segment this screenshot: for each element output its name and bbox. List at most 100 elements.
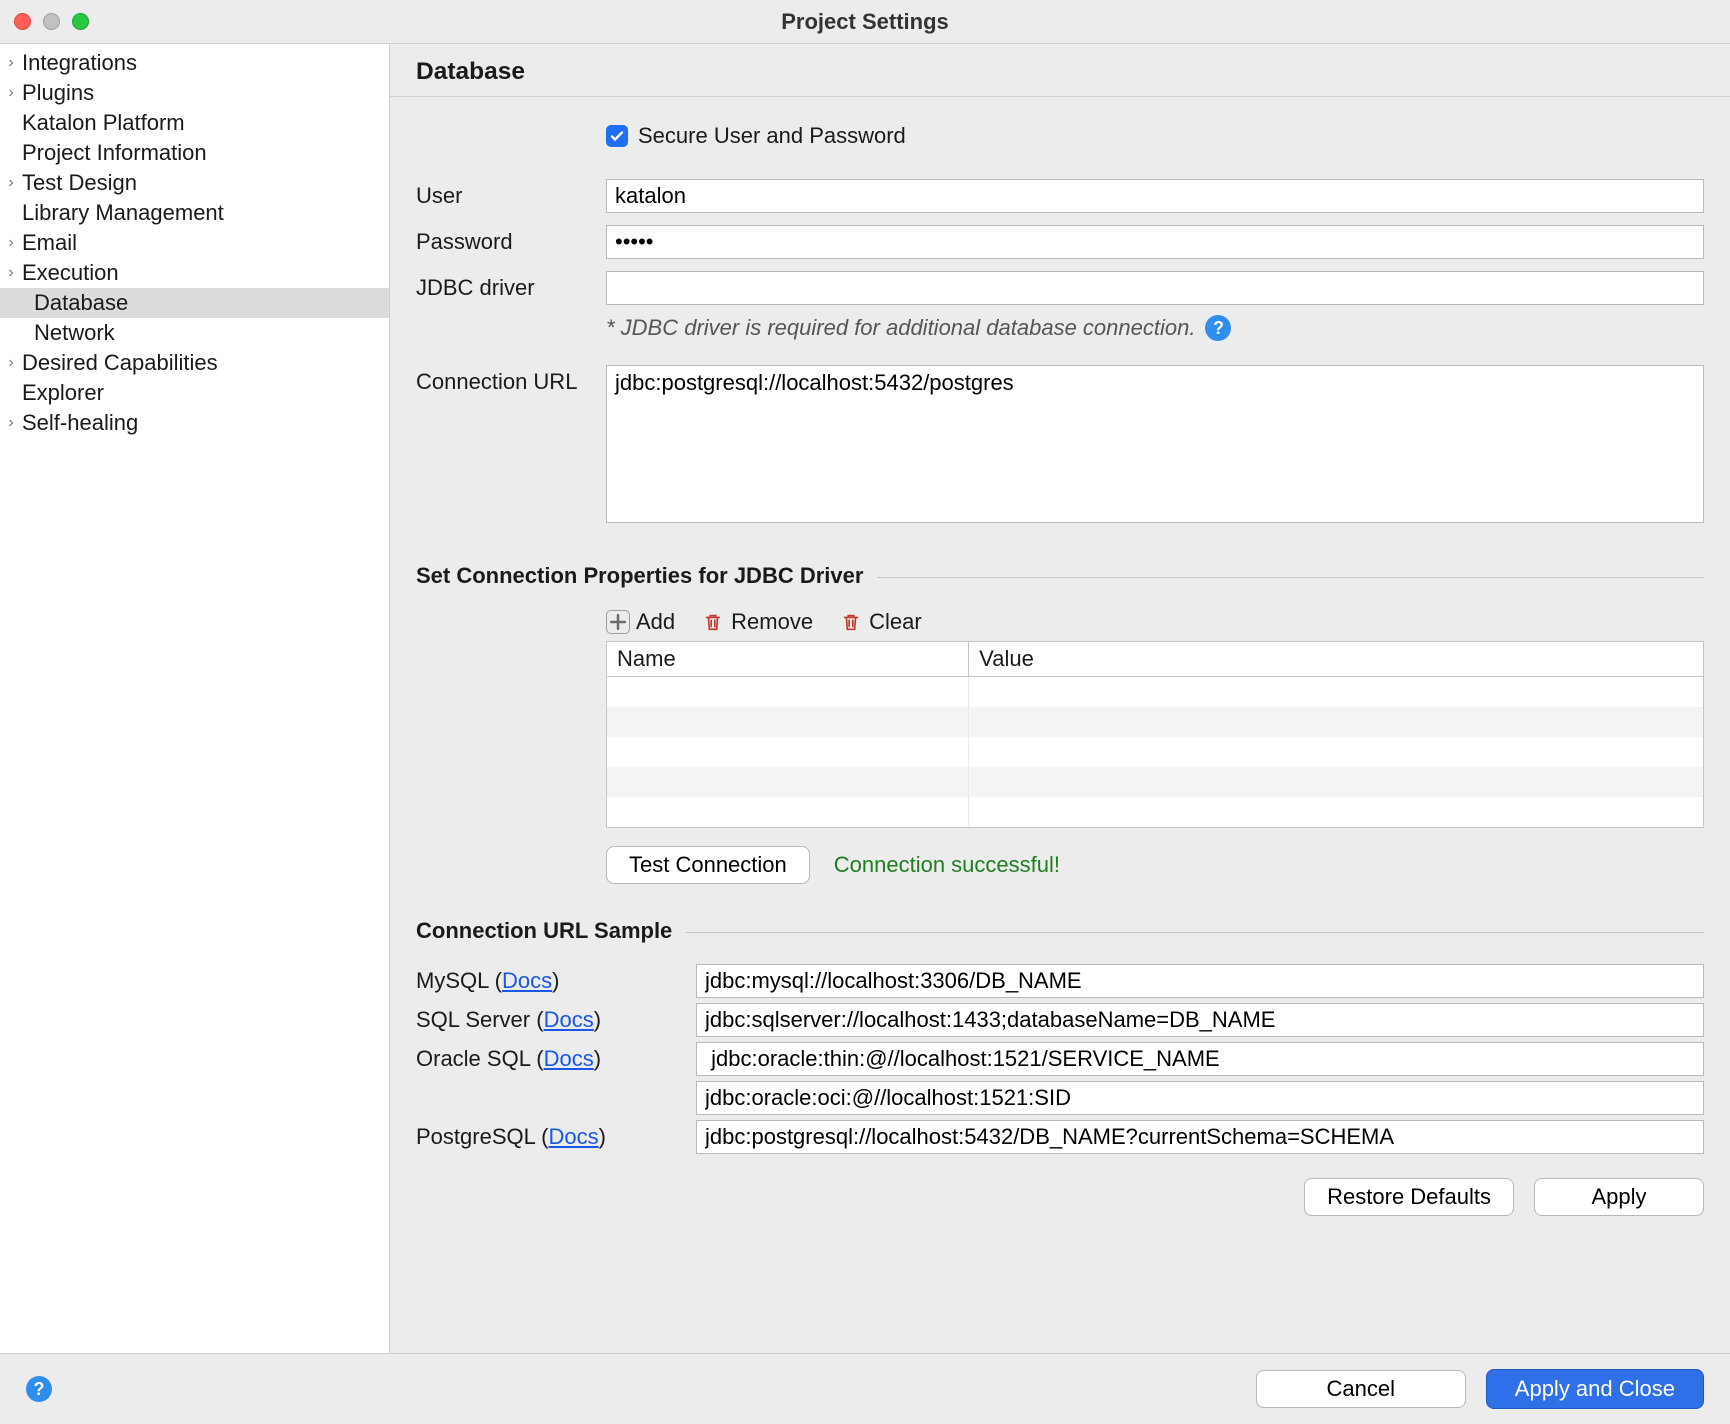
docs-link[interactable]: Docs xyxy=(502,968,552,993)
spacer xyxy=(416,123,594,127)
help-icon[interactable]: ? xyxy=(1205,315,1231,341)
sample-name: MySQL xyxy=(416,968,489,993)
table-row[interactable] xyxy=(607,767,1703,797)
jdbc-driver-input[interactable] xyxy=(606,271,1704,305)
window-minimize-icon[interactable] xyxy=(43,13,60,30)
settings-sidebar: ›Integrations›Plugins›Katalon Platform›P… xyxy=(0,44,390,1353)
jdbc-driver-label: JDBC driver xyxy=(416,271,594,301)
sidebar-item-database[interactable]: ›Database xyxy=(0,288,389,318)
titlebar: Project Settings xyxy=(0,0,1730,44)
connection-props-title: Set Connection Properties for JDBC Drive… xyxy=(416,563,863,589)
sidebar-item-label: Test Design xyxy=(22,170,137,196)
sidebar-item-explorer[interactable]: ›Explorer xyxy=(0,378,389,408)
sidebar-item-test-design[interactable]: ›Test Design xyxy=(0,168,389,198)
user-input[interactable] xyxy=(606,179,1704,213)
sidebar-item-execution[interactable]: ›Execution xyxy=(0,258,389,288)
sample-label: PostgreSQL (Docs) xyxy=(416,1124,686,1150)
sidebar-item-network[interactable]: ›Network xyxy=(0,318,389,348)
chevron-right-icon: › xyxy=(0,174,22,192)
chevron-right-icon: › xyxy=(0,354,22,372)
table-row[interactable] xyxy=(607,737,1703,767)
page-title: Database xyxy=(390,44,1730,97)
window-zoom-icon[interactable] xyxy=(72,13,89,30)
divider xyxy=(877,577,1704,578)
user-label: User xyxy=(416,179,594,209)
sidebar-item-label: Email xyxy=(22,230,77,256)
sidebar-item-label: Plugins xyxy=(22,80,94,106)
traffic-lights xyxy=(14,13,89,30)
secure-checkbox[interactable] xyxy=(606,125,628,147)
sidebar-item-katalon-platform[interactable]: ›Katalon Platform xyxy=(0,108,389,138)
sample-row: Oracle SQL (Docs) xyxy=(416,1042,1704,1076)
sidebar-item-plugins[interactable]: ›Plugins xyxy=(0,78,389,108)
connection-url-sample-title: Connection URL Sample xyxy=(416,918,672,944)
sample-url-input[interactable] xyxy=(696,1120,1704,1154)
sidebar-item-label: Self-healing xyxy=(22,410,138,436)
help-icon[interactable]: ? xyxy=(26,1376,52,1402)
connection-status: Connection successful! xyxy=(834,852,1060,878)
sidebar-item-email[interactable]: ›Email xyxy=(0,228,389,258)
jdbc-hint: * JDBC driver is required for additional… xyxy=(606,315,1195,341)
chevron-right-icon: › xyxy=(0,264,22,282)
sidebar-item-label: Execution xyxy=(22,260,119,286)
password-input[interactable] xyxy=(606,225,1704,259)
table-row[interactable] xyxy=(607,797,1703,827)
sidebar-item-label: Project Information xyxy=(22,140,207,166)
sidebar-item-label: Library Management xyxy=(22,200,224,226)
remove-property-button[interactable]: Remove xyxy=(701,609,813,635)
docs-link[interactable]: Docs xyxy=(544,1007,594,1032)
plus-icon xyxy=(606,610,630,634)
sample-row: PostgreSQL (Docs) xyxy=(416,1120,1704,1154)
dialog-footer: ? Cancel Apply and Close xyxy=(0,1354,1730,1424)
sidebar-item-self-healing[interactable]: ›Self-healing xyxy=(0,408,389,438)
sample-label: Oracle SQL (Docs) xyxy=(416,1046,686,1072)
clear-properties-button[interactable]: Clear xyxy=(839,609,922,635)
sample-url-input[interactable] xyxy=(696,1042,1704,1076)
sidebar-item-label: Database xyxy=(22,290,128,316)
sample-url-input[interactable] xyxy=(696,1081,1704,1115)
apply-button[interactable]: Apply xyxy=(1534,1178,1704,1216)
sidebar-item-label: Desired Capabilities xyxy=(22,350,218,376)
table-row[interactable] xyxy=(607,677,1703,707)
sample-url-input[interactable] xyxy=(696,1003,1704,1037)
settings-main: Database Secure User and Password User xyxy=(390,44,1730,1353)
chevron-right-icon: › xyxy=(0,54,22,72)
col-name[interactable]: Name xyxy=(607,642,969,677)
test-connection-button[interactable]: Test Connection xyxy=(606,846,810,884)
sample-name: PostgreSQL xyxy=(416,1124,535,1149)
sidebar-item-library-management[interactable]: ›Library Management xyxy=(0,198,389,228)
sample-label: SQL Server (Docs) xyxy=(416,1007,686,1033)
cancel-button[interactable]: Cancel xyxy=(1256,1370,1466,1408)
sidebar-item-label: Explorer xyxy=(22,380,104,406)
secure-checkbox-label: Secure User and Password xyxy=(638,123,906,149)
trash-icon xyxy=(701,610,725,634)
sample-row: MySQL (Docs) xyxy=(416,964,1704,998)
sidebar-item-label: Network xyxy=(22,320,115,346)
sample-url-input[interactable] xyxy=(696,964,1704,998)
chevron-right-icon: › xyxy=(0,234,22,252)
table-row[interactable] xyxy=(607,707,1703,737)
window-title: Project Settings xyxy=(781,9,948,35)
remove-label: Remove xyxy=(731,609,813,635)
restore-defaults-button[interactable]: Restore Defaults xyxy=(1304,1178,1514,1216)
trash-icon xyxy=(839,610,863,634)
sidebar-item-label: Katalon Platform xyxy=(22,110,185,136)
window-close-icon[interactable] xyxy=(14,13,31,30)
col-value[interactable]: Value xyxy=(969,642,1703,677)
clear-label: Clear xyxy=(869,609,922,635)
sidebar-item-label: Integrations xyxy=(22,50,137,76)
add-label: Add xyxy=(636,609,675,635)
sample-row: SQL Server (Docs) xyxy=(416,1003,1704,1037)
add-property-button[interactable]: Add xyxy=(606,609,675,635)
apply-and-close-button[interactable]: Apply and Close xyxy=(1486,1369,1704,1409)
connection-url-input[interactable]: jdbc:postgresql://localhost:5432/postgre… xyxy=(606,365,1704,523)
properties-table[interactable]: Name Value xyxy=(606,641,1704,828)
sidebar-item-desired-capabilities[interactable]: ›Desired Capabilities xyxy=(0,348,389,378)
docs-link[interactable]: Docs xyxy=(548,1124,598,1149)
sample-row xyxy=(416,1081,1704,1115)
docs-link[interactable]: Docs xyxy=(544,1046,594,1071)
divider xyxy=(686,932,1704,933)
sample-label: MySQL (Docs) xyxy=(416,968,686,994)
sidebar-item-project-information[interactable]: ›Project Information xyxy=(0,138,389,168)
sidebar-item-integrations[interactable]: ›Integrations xyxy=(0,48,389,78)
